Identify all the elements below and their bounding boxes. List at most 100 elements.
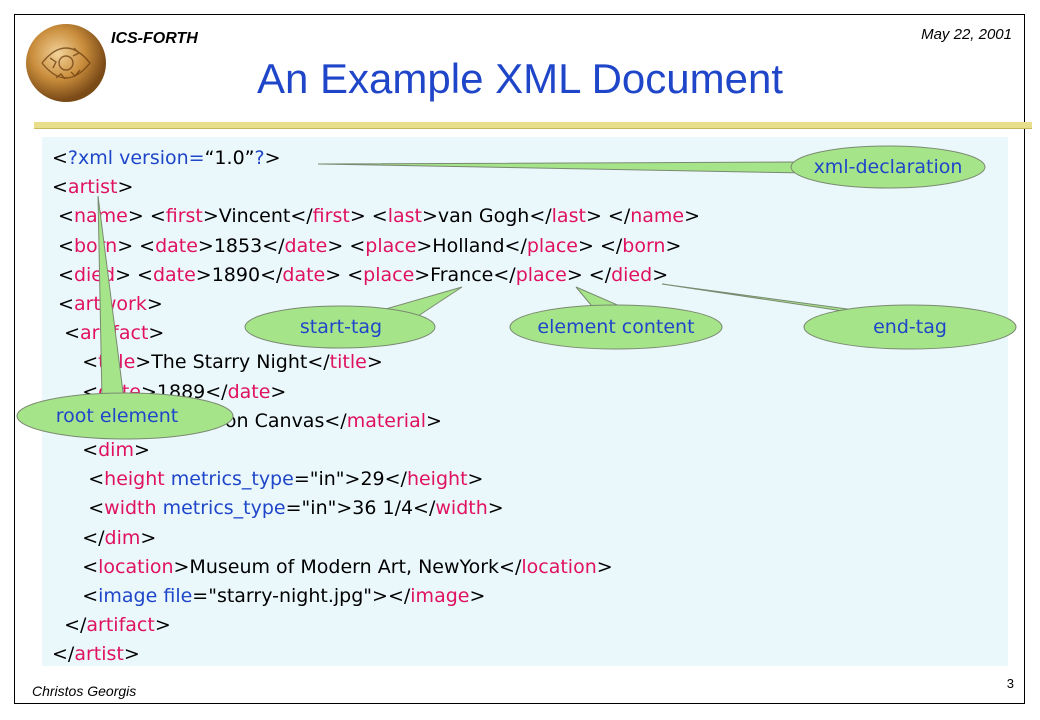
xml-text: <: [52, 468, 105, 491]
xml-tag-name: name: [630, 205, 685, 228]
xml-text: >: [146, 293, 163, 316]
xml-text: ="in">36 1/4</: [285, 497, 436, 520]
end-tag-label: end-tag: [873, 316, 947, 338]
xml-text: <: [52, 585, 99, 608]
xml-tag-name: last: [551, 205, 586, 228]
xml-text: ="starry-night.jpg"></: [192, 585, 411, 608]
xml-text: >: [487, 497, 504, 520]
xml-text: >: [652, 263, 669, 286]
code-line: <name> <first>Vincent</first> <last>van …: [52, 202, 700, 231]
code-line: </artifact>: [52, 611, 700, 640]
xml-tag-name: place: [363, 263, 415, 286]
code-line: <date>1889</date>: [52, 378, 700, 407]
xml-text: >: [366, 351, 383, 374]
xml-tag-name: artist: [74, 643, 124, 666]
xml-text: <: [52, 380, 99, 403]
xml-tag-name: date: [282, 263, 326, 286]
xml-text: >van Gogh</: [421, 205, 552, 228]
xml-text: <: [52, 351, 99, 374]
xml-attribute: ?xml version=: [67, 147, 205, 169]
element-content-label: element content: [537, 316, 695, 338]
xml-tag-name: first: [312, 205, 350, 228]
xml-text: <: [52, 322, 80, 345]
xml-tag-name: died: [611, 263, 653, 286]
xml-tag-name: date: [155, 234, 198, 257]
xml-text: >: [596, 555, 613, 578]
xml-tag-name: place: [526, 234, 578, 257]
start-tag-label: start-tag: [299, 316, 383, 338]
xml-text: > <: [115, 263, 153, 286]
slide-date: May 22, 2001: [921, 26, 1012, 43]
xml-tag-name: material: [346, 409, 426, 432]
xml-text: >: [469, 585, 486, 608]
xml-tag-name: artifact: [86, 614, 155, 637]
xml-text: >1890</: [195, 263, 283, 286]
xml-tag-name: height: [104, 468, 165, 491]
xml-declaration-label: xml-declaration: [813, 156, 963, 178]
xml-text: <: [52, 497, 105, 520]
xml-text: > <: [127, 205, 166, 228]
code-line: <height metrics_type="in">29</height>: [52, 465, 700, 494]
xml-tag-name: title: [329, 351, 367, 374]
title-underline-shadow: [34, 128, 1032, 129]
code-line: <artwork>: [52, 290, 700, 319]
xml-text: <: [52, 176, 68, 199]
xml-tag-name: place: [365, 234, 417, 257]
code-line: <born> <date>1853</date> <place>Holland<…: [52, 232, 700, 261]
xml-text: </: [52, 643, 75, 666]
xml-text: > <: [327, 234, 366, 257]
xml-tag-name: location: [521, 555, 597, 578]
xml-tag-name: location: [98, 555, 174, 578]
xml-text: <: [52, 205, 74, 228]
xml-text: >: [154, 614, 171, 637]
xml-text: <: [52, 439, 99, 462]
xml-tag-name: date: [284, 234, 328, 257]
xml-text: >The Starry Night</: [135, 351, 330, 374]
xml-tag-name: born: [622, 234, 666, 257]
slide-title: An Example XML Document: [256, 55, 783, 102]
xml-tag-name: date: [227, 380, 271, 403]
xml-text: >: [148, 322, 165, 345]
xml-text: > <: [325, 263, 364, 286]
code-line: <died> <date>1890</date> <place>France</…: [52, 261, 700, 290]
xml-text: <: [52, 147, 68, 169]
page-number: 3: [1006, 676, 1014, 691]
xml-text: >: [264, 147, 281, 169]
xml-text: >1853</: [197, 234, 285, 257]
xml-text: ="in">29</: [293, 468, 407, 491]
code-line: </artist>: [52, 640, 700, 669]
xml-text: >: [467, 468, 484, 491]
code-line: <?xml version=“1.0”?>: [52, 144, 700, 173]
code-line: <dim>: [52, 436, 700, 465]
xml-tag-name: born: [73, 234, 118, 257]
xml-tag-name: width: [435, 497, 488, 520]
xml-tag-name: artist: [67, 176, 118, 199]
xml-text: <: [52, 555, 99, 578]
xml-tag-name: title: [98, 351, 136, 374]
xml-text: <: [52, 263, 74, 286]
xml-tag-name: first: [165, 205, 203, 228]
xml-text: “1.0”: [204, 147, 255, 169]
xml-text: > </: [566, 263, 612, 286]
code-line: <location>Museum of Modern Art, NewYork<…: [52, 553, 700, 582]
xml-text: >1889</: [140, 380, 228, 403]
xml-attribute: metrics_type: [162, 497, 286, 520]
xml-text: >: [270, 380, 287, 403]
xml-tag-name: artwork: [73, 293, 147, 316]
xml-tag-name: height: [406, 468, 468, 491]
xml-text: >Museum of Modern Art, NewYork</: [173, 555, 522, 578]
author-name: Christos Georgis: [32, 683, 137, 699]
xml-tag-name: artifact: [80, 322, 149, 345]
xml-text: >: [426, 409, 442, 432]
xml-text: > </: [585, 205, 631, 228]
xml-tag-name: width: [104, 497, 157, 520]
xml-text: </: [52, 526, 105, 549]
xml-tag-name: date: [98, 380, 141, 403]
xml-tag-name: place: [515, 263, 567, 286]
code-line: <width metrics_type="in">36 1/4</width>: [52, 494, 700, 523]
xml-text: >: [684, 205, 701, 228]
xml-text: >: [123, 643, 140, 666]
code-line: <image file="starry-night.jpg"></image>: [52, 582, 700, 611]
code-line: <title>The Starry Night</title>: [52, 348, 700, 377]
xml-tag-name: dim: [104, 526, 141, 549]
